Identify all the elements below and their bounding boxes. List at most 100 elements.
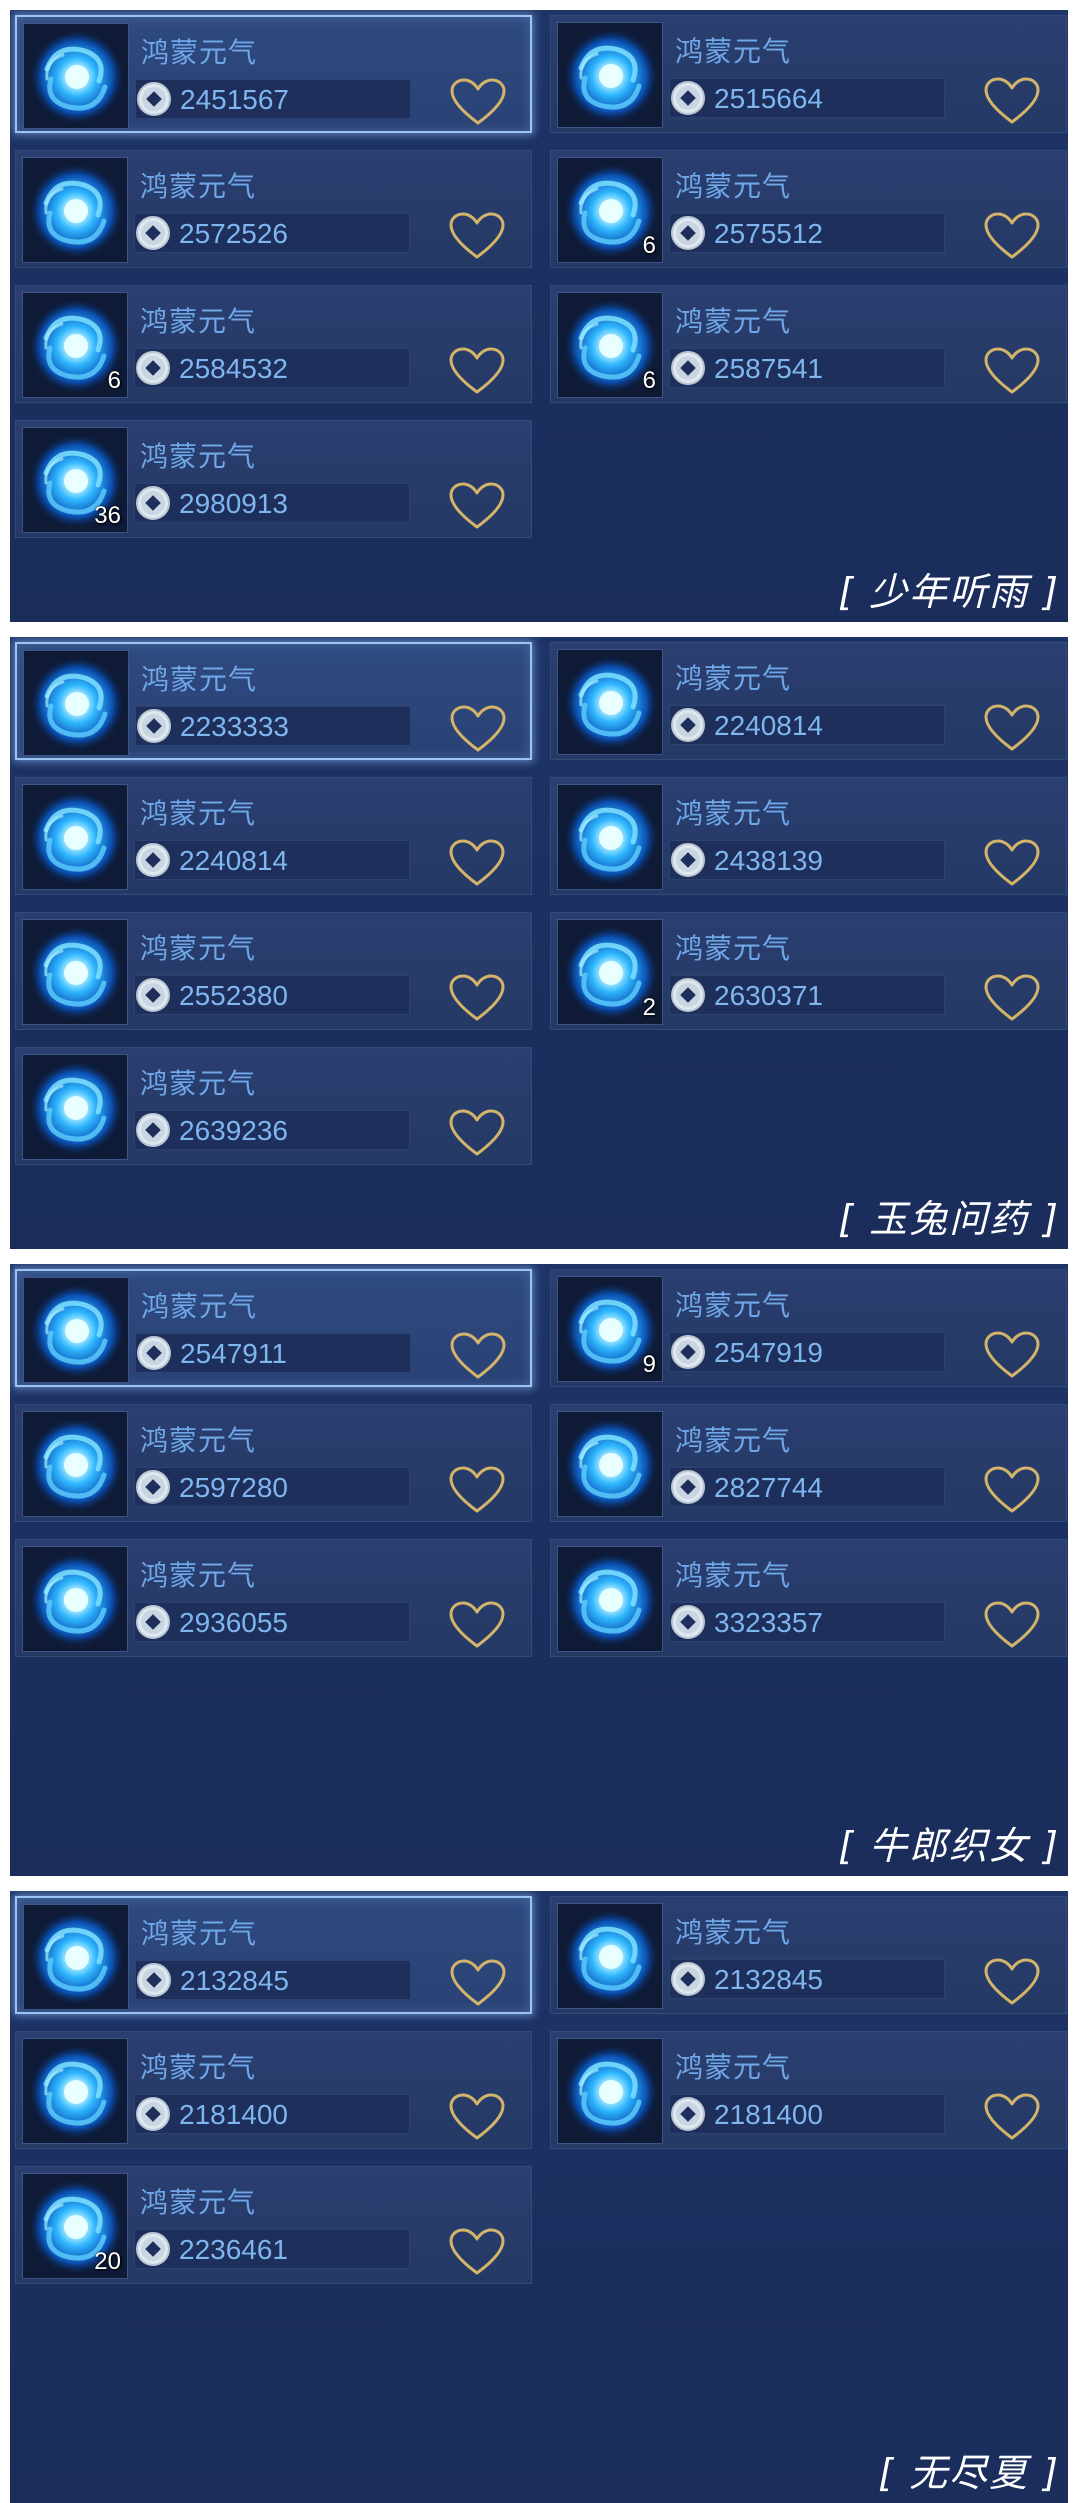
favorite-heart-icon[interactable] (983, 1330, 1041, 1380)
favorite-heart-icon[interactable] (448, 838, 506, 888)
price-field: 2827744 (669, 1467, 945, 1507)
favorite-heart-icon[interactable] (983, 973, 1041, 1023)
item-card[interactable]: 鸿蒙元气 3323357 (550, 1539, 1067, 1657)
blue-vortex-icon (28, 1060, 124, 1156)
favorite-heart-icon[interactable] (448, 1108, 506, 1158)
item-icon-slot[interactable]: 36 (22, 427, 128, 533)
favorite-heart-icon[interactable] (983, 2092, 1041, 2142)
item-icon-slot[interactable]: 20 (22, 2173, 128, 2279)
item-card[interactable]: 鸿蒙元气 2181400 (15, 2031, 532, 2149)
item-card[interactable]: 鸿蒙元气 2597280 (15, 1404, 532, 1522)
price-value: 2584532 (179, 353, 289, 384)
item-card[interactable]: 鸿蒙元气 2936055 (15, 1539, 532, 1657)
item-icon-slot[interactable] (557, 1903, 663, 2009)
item-icon-slot[interactable] (22, 1411, 128, 1517)
favorite-heart-icon[interactable] (983, 1957, 1041, 2007)
favorite-heart-icon[interactable] (448, 1600, 506, 1650)
item-card[interactable]: 36 鸿蒙元气 2980913 (15, 420, 532, 538)
blue-vortex-icon (563, 655, 659, 751)
item-icon-slot[interactable] (557, 784, 663, 890)
item-icon-slot[interactable] (22, 784, 128, 890)
favorite-heart-icon[interactable] (448, 346, 506, 396)
item-icon-slot[interactable] (557, 1411, 663, 1517)
item-icon-slot[interactable] (22, 2038, 128, 2144)
item-card[interactable]: 鸿蒙元气 2552380 (15, 912, 532, 1030)
blue-vortex-icon (563, 2044, 659, 2140)
item-name: 鸿蒙元气 (140, 2186, 257, 2219)
item-icon-slot[interactable]: 6 (22, 292, 128, 398)
item-card[interactable]: 6 鸿蒙元气 2587541 (550, 285, 1067, 403)
price-value: 2980913 (179, 488, 289, 519)
favorite-heart-icon[interactable] (448, 973, 506, 1023)
item-card[interactable]: 9 鸿蒙元气 2547919 (550, 1269, 1067, 1387)
favorite-heart-icon[interactable] (448, 2227, 506, 2277)
favorite-heart-icon[interactable] (983, 346, 1041, 396)
silver-coin-icon (137, 709, 171, 743)
item-card[interactable]: 鸿蒙元气 2438139 (550, 777, 1067, 895)
item-card[interactable]: 20 鸿蒙元气 2236461 (15, 2166, 532, 2284)
item-card[interactable]: 鸿蒙元气 2827744 (550, 1404, 1067, 1522)
item-icon-slot[interactable] (23, 1904, 129, 2010)
silver-coin-icon (137, 82, 171, 116)
favorite-heart-icon[interactable] (983, 1600, 1041, 1650)
item-name: 鸿蒙元气 (675, 797, 792, 830)
item-icon-slot[interactable] (22, 919, 128, 1025)
item-card[interactable]: 鸿蒙元气 2233333 (15, 642, 532, 760)
item-icon-slot[interactable]: 6 (557, 157, 663, 263)
price-field: 2639236 (134, 1110, 410, 1150)
favorite-heart-icon[interactable] (449, 704, 507, 754)
item-card[interactable]: 鸿蒙元气 2240814 (15, 777, 532, 895)
item-card[interactable]: 2 鸿蒙元气 2630371 (550, 912, 1067, 1030)
price-value: 2587541 (714, 353, 824, 384)
price-value: 2547911 (180, 1338, 287, 1369)
item-card[interactable]: 鸿蒙元气 2451567 (15, 15, 532, 133)
favorite-heart-icon[interactable] (983, 76, 1041, 126)
favorite-heart-icon[interactable] (448, 211, 506, 261)
favorite-heart-icon[interactable] (448, 481, 506, 531)
favorite-heart-icon[interactable] (449, 1331, 507, 1381)
item-icon-slot[interactable] (557, 649, 663, 755)
favorite-heart-icon[interactable] (448, 2092, 506, 2142)
item-icon-slot[interactable] (557, 1546, 663, 1652)
price-value: 2572526 (179, 218, 289, 249)
item-icon-slot[interactable] (22, 1054, 128, 1160)
item-card[interactable]: 鸿蒙元气 2181400 (550, 2031, 1067, 2149)
item-icon-slot[interactable]: 9 (557, 1276, 663, 1382)
panel-caption: [ 玉兔问药 ] (838, 1197, 1060, 1241)
silver-coin-icon (671, 1962, 705, 1996)
favorite-heart-icon[interactable] (983, 838, 1041, 888)
favorite-heart-icon[interactable] (448, 1465, 506, 1515)
item-icon-slot[interactable] (22, 1546, 128, 1652)
item-panel: 鸿蒙元气 2132845 鸿蒙元气 2132845 鸿蒙元气 2181400 鸿… (10, 1891, 1068, 2503)
item-card[interactable]: 鸿蒙元气 2515664 (550, 15, 1067, 133)
item-icon-slot[interactable] (557, 22, 663, 128)
price-field: 2240814 (669, 705, 945, 745)
favorite-heart-icon[interactable] (449, 1958, 507, 2008)
silver-coin-icon (137, 1963, 171, 1997)
item-card[interactable]: 鸿蒙元气 2547911 (15, 1269, 532, 1387)
item-card[interactable]: 鸿蒙元气 2240814 (550, 642, 1067, 760)
price-field: 2515664 (669, 78, 945, 118)
favorite-heart-icon[interactable] (983, 703, 1041, 753)
favorite-heart-icon[interactable] (983, 1465, 1041, 1515)
item-icon-slot[interactable] (23, 1277, 129, 1383)
panel-caption: [ 少年听雨 ] (838, 570, 1060, 614)
item-icon-slot[interactable] (22, 157, 128, 263)
item-name: 鸿蒙元气 (675, 305, 792, 338)
item-icon-slot[interactable]: 6 (557, 292, 663, 398)
item-card[interactable]: 鸿蒙元气 2132845 (550, 1896, 1067, 2014)
item-card[interactable]: 鸿蒙元气 2572526 (15, 150, 532, 268)
item-icon-slot[interactable] (23, 23, 129, 129)
item-card[interactable]: 6 鸿蒙元气 2584532 (15, 285, 532, 403)
item-panel: 鸿蒙元气 2233333 鸿蒙元气 2240814 鸿蒙元气 2240814 鸿… (10, 637, 1068, 1249)
item-icon-slot[interactable] (23, 650, 129, 756)
favorite-heart-icon[interactable] (449, 77, 507, 127)
price-field: 2240814 (134, 840, 410, 880)
item-card[interactable]: 鸿蒙元气 2639236 (15, 1047, 532, 1165)
item-icon-slot[interactable] (557, 2038, 663, 2144)
favorite-heart-icon[interactable] (983, 211, 1041, 261)
item-icon-slot[interactable]: 2 (557, 919, 663, 1025)
item-name: 鸿蒙元气 (675, 1559, 792, 1592)
item-card[interactable]: 6 鸿蒙元气 2575512 (550, 150, 1067, 268)
item-card[interactable]: 鸿蒙元气 2132845 (15, 1896, 532, 2014)
